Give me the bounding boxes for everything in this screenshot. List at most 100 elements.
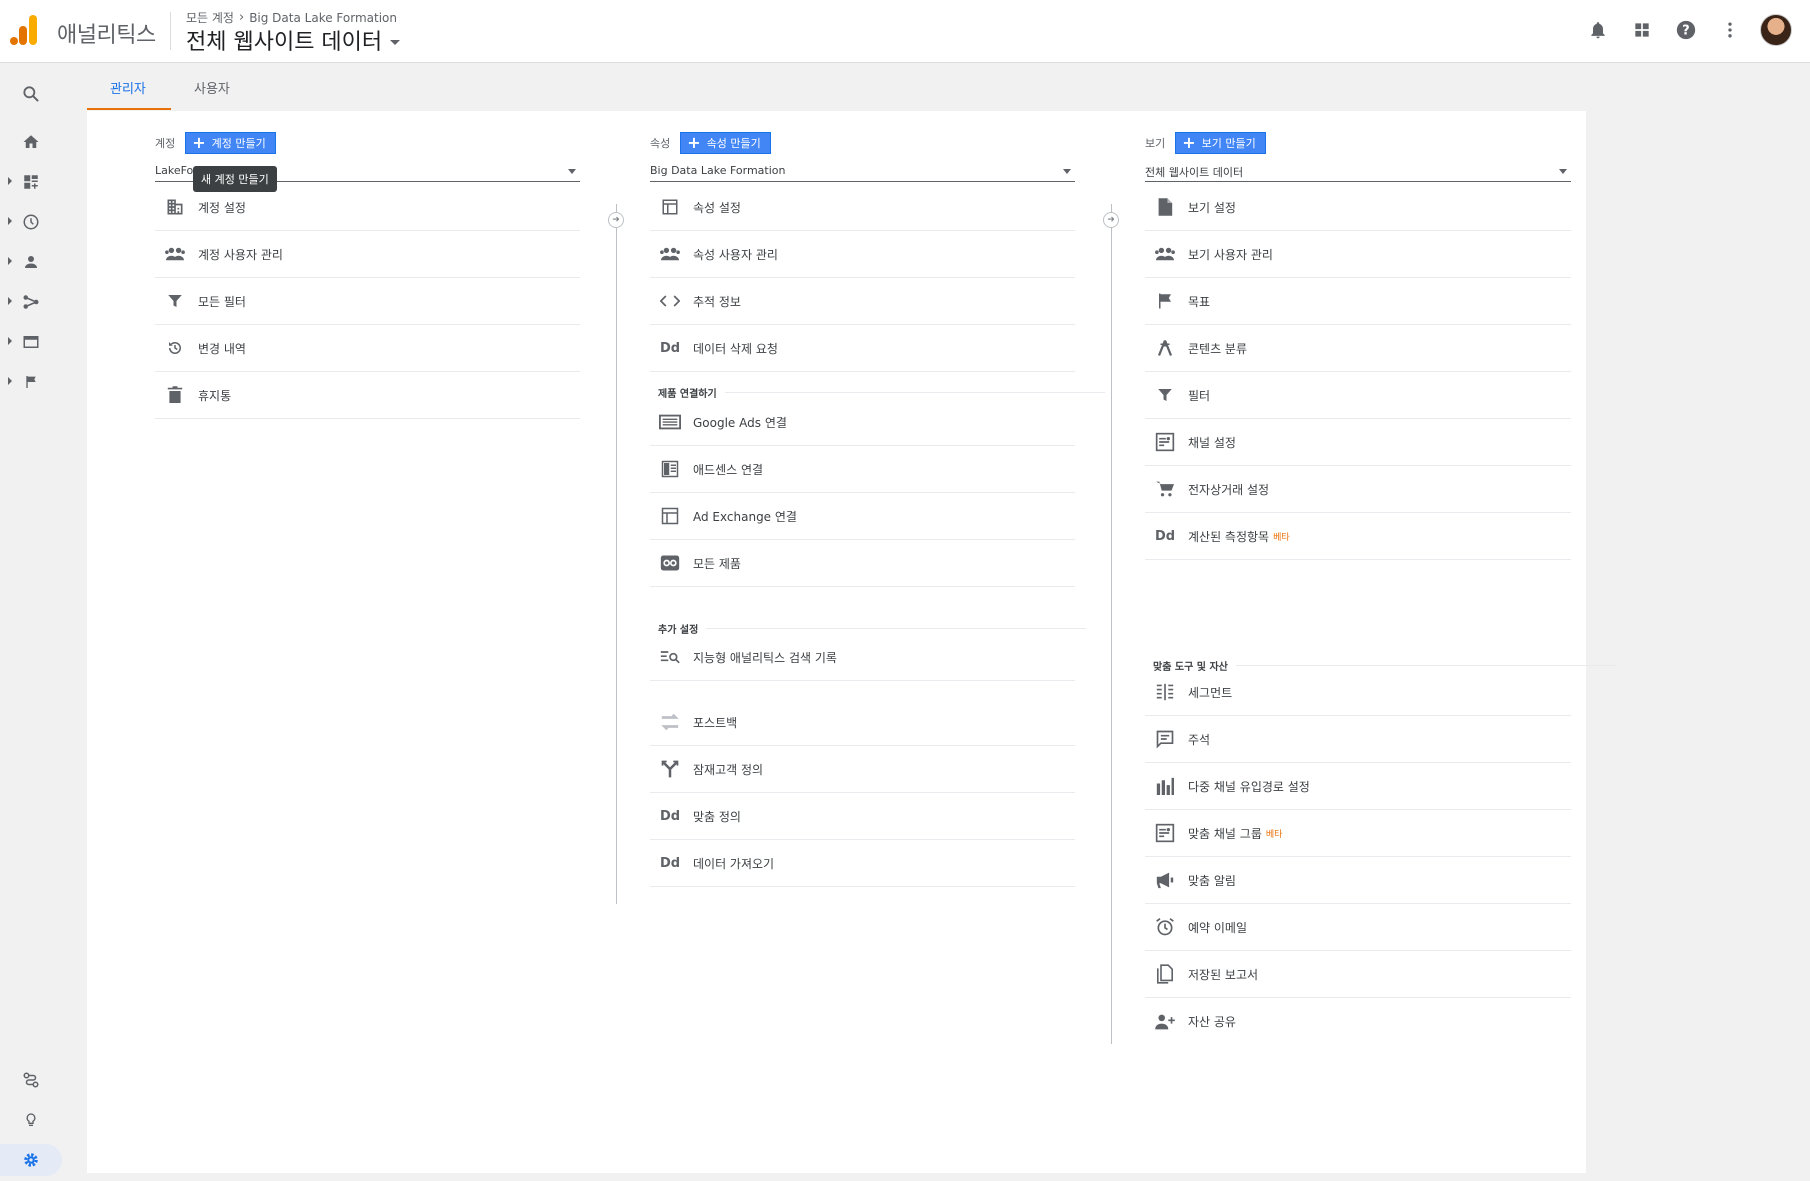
view-tool-scheduled-emails[interactable]: 예약 이메일 [1145,904,1571,951]
account-item-change-history[interactable]: 변경 내역 [155,325,580,372]
account-item-label: 계정 설정 [198,200,246,215]
view-item-filters[interactable]: 필터 [1145,372,1571,419]
people-icon [659,243,681,265]
tab-admin[interactable]: 관리자 [110,78,146,97]
view-tool-label: 세그먼트 [1188,685,1233,700]
customization-icon[interactable] [0,166,62,198]
trash-icon [164,384,186,406]
realtime-clock-icon[interactable] [0,206,62,238]
people-icon [164,243,186,265]
acquisition-icon[interactable] [0,286,62,318]
property-item-custom-definitions[interactable]: Dd 맞춤 정의 [650,793,1075,840]
view-tool-annotations[interactable]: 주석 [1145,716,1571,763]
help-icon[interactable]: ? [1672,16,1700,44]
property-item-postback[interactable]: 포스트백 [650,699,1075,746]
view-tool-share-assets[interactable]: 자산 공유 [1145,998,1571,1045]
search-icon[interactable] [0,78,62,110]
create-account-button[interactable]: + 계정 만들기 [185,132,276,154]
view-item-goals[interactable]: 목표 [1145,278,1571,325]
all-products-icon [659,552,681,574]
property-select[interactable]: Big Data Lake Formation [650,158,1075,182]
property-link-google-ads[interactable]: Google Ads 연결 [650,399,1075,446]
account-label: 계정 [155,137,176,150]
breadcrumb-separator: › [238,10,245,25]
behavior-icon[interactable] [0,326,62,358]
account-item-settings[interactable]: 계정 설정 [155,184,580,231]
breadcrumb-property[interactable]: Big Data Lake Formation [249,11,397,25]
audience-person-icon[interactable] [0,246,62,278]
view-item-calculated-metrics[interactable]: Dd 계산된 측정항목 베타 [1145,513,1571,560]
search-history-icon [659,646,681,668]
analytics-logo-icon[interactable] [10,13,40,47]
bar-chart-icon [1154,775,1176,797]
property-item-data-deletion[interactable]: Dd 데이터 삭제 요청 [650,325,1075,372]
create-view-button[interactable]: + 보기 만들기 [1175,132,1266,154]
expand-arrow-icon [8,217,12,225]
property-link-ad-exchange[interactable]: Ad Exchange 연결 [650,493,1075,540]
filter-icon [164,290,186,312]
header-divider [170,12,171,50]
cart-icon [1154,478,1176,500]
building-icon [164,196,186,218]
view-tool-segments[interactable]: 세그먼트 [1145,669,1571,716]
user-avatar[interactable] [1760,14,1792,46]
view-item-user-management[interactable]: 보기 사용자 관리 [1145,231,1571,278]
view-tool-saved-reports[interactable]: 저장된 보고서 [1145,951,1571,998]
property-item-audience-definitions[interactable]: 잠재고객 정의 [650,746,1075,793]
view-item-content-grouping[interactable]: 콘텐츠 분류 [1145,325,1571,372]
view-tool-label: 다중 채널 유입경로 설정 [1188,779,1310,794]
account-item-label: 휴지통 [198,388,232,403]
admin-gear-icon[interactable] [0,1144,62,1176]
attribution-icon[interactable] [0,1064,62,1096]
view-item-label: 전자상거래 설정 [1188,482,1270,497]
postback-icon [659,711,681,733]
account-item-trash[interactable]: 휴지통 [155,372,580,419]
property-item-search-history[interactable]: 지능형 애널리틱스 검색 기록 [650,634,1075,681]
account-item-all-filters[interactable]: 모든 필터 [155,278,580,325]
view-tool-label: 맞춤 채널 그룹 [1188,826,1262,841]
property-item-data-import[interactable]: Dd 데이터 가져오기 [650,840,1075,887]
view-tool-custom-alerts[interactable]: 맞춤 알림 [1145,857,1571,904]
tab-user[interactable]: 사용자 [194,78,230,97]
view-select[interactable]: 전체 웹사이트 데이터 [1145,158,1571,182]
conversions-flag-icon[interactable] [0,366,62,398]
person-add-icon [1154,1011,1176,1033]
view-item-label: 보기 사용자 관리 [1188,247,1273,262]
view-item-label: 목표 [1188,294,1211,309]
plus-icon: + [1182,133,1196,152]
adsense-icon [659,458,681,480]
notifications-bell-icon[interactable] [1584,16,1612,44]
view-item-label: 채널 설정 [1188,435,1236,450]
view-item-channel-settings[interactable]: 채널 설정 [1145,419,1571,466]
segments-icon [1154,681,1176,703]
view-item-settings[interactable]: 보기 설정 [1145,184,1571,231]
view-tool-label: 맞춤 알림 [1188,873,1236,888]
header-actions: ? [1584,14,1792,46]
beta-badge: 베타 [1273,532,1290,543]
view-tool-mcf-settings[interactable]: 다중 채널 유입경로 설정 [1145,763,1571,810]
property-item-user-management[interactable]: 속성 사용자 관리 [650,231,1075,278]
property-item-tracking-info[interactable]: 추적 정보 [650,278,1075,325]
filter-icon [1154,384,1176,406]
beta-badge: 베타 [1265,829,1283,840]
view-item-label: 보기 설정 [1188,200,1236,215]
view-tool-custom-channel-grouping[interactable]: 맞춤 채널 그룹 베타 [1145,810,1571,857]
property-link-adsense[interactable]: 애드센스 연결 [650,446,1075,493]
dd-icon: Dd [659,808,681,824]
account-item-user-management[interactable]: 계정 사용자 관리 [155,231,580,278]
property-item-label: 포스트백 [693,715,738,730]
discover-lightbulb-icon[interactable] [0,1104,62,1136]
apps-grid-icon[interactable] [1628,16,1656,44]
view-label: 보기 [1145,137,1166,150]
more-vert-icon[interactable] [1716,16,1744,44]
property-item-label: 속성 사용자 관리 [693,247,778,262]
property-link-all-products[interactable]: 모든 제품 [650,540,1075,587]
view-item-ecommerce-settings[interactable]: 전자상거래 설정 [1145,466,1571,513]
property-settings-icon [659,196,681,218]
dropdown-caret-icon [1559,169,1567,174]
property-item-settings[interactable]: 속성 설정 [650,184,1075,231]
view-selector[interactable]: 전체 웹사이트 데이터 [186,24,401,56]
create-property-button[interactable]: + 속성 만들기 [680,132,771,154]
channel-settings-icon [1154,431,1176,453]
home-icon[interactable] [0,126,62,158]
